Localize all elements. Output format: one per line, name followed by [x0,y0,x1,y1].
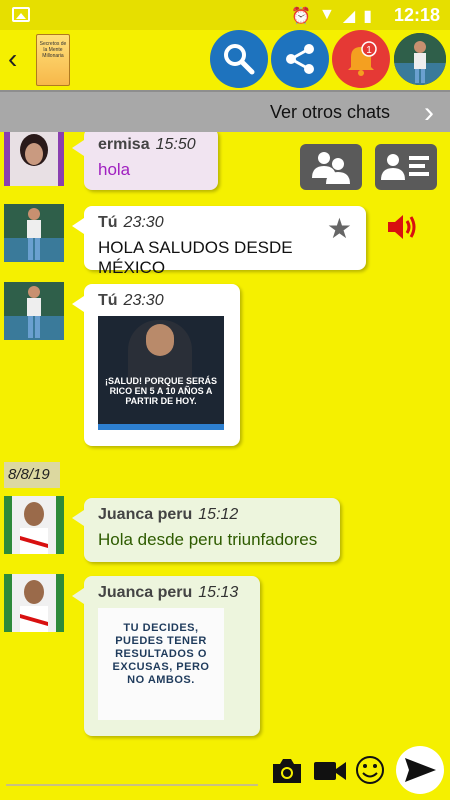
wifi-icon: ▼ [319,6,335,23]
contact-card-icon [381,154,429,180]
share-button[interactable] [271,30,329,88]
message-image[interactable]: ¡SALUD! PORQUE SERÁS RICO EN 5 A 10 AÑOS… [98,316,224,430]
message-time: 23:30 [123,292,164,309]
message-bubble[interactable]: Juanca peru 15:12 Hola desde peru triunfa… [72,498,340,562]
emoji-button[interactable] [354,754,386,791]
search-icon [224,44,255,75]
message-time: 15:13 [198,584,239,601]
other-chats-bar[interactable]: Ver otros chats › [0,90,450,132]
message-bubble[interactable]: Tú 23:30 HOLA SALUDOS DESDE MÉXICO ★ [72,206,366,277]
speaker-icon[interactable] [386,212,420,247]
avatar[interactable] [4,204,64,262]
share-icon [286,44,314,74]
message-list[interactable]: ermisa 15:50 hola Tú 23:30 HOLA SALUDOS … [0,132,450,742]
avatar[interactable] [4,574,64,632]
message-text: hola [98,160,131,179]
camera-icon [273,759,301,783]
alarm-icon: ⏰ [291,8,312,25]
sender-name: Juanca peru [98,506,193,523]
sender-name: Tú [98,214,118,231]
star-icon[interactable]: ★ [327,212,352,245]
profile-avatar[interactable] [394,33,446,85]
message-bubble[interactable]: Juanca peru 15:13 TU DECIDES, PUEDES TENE… [72,576,260,736]
message-time: 23:30 [123,214,164,231]
notifications-button[interactable]: 1 [332,30,390,88]
signal-icon: ◢ [342,8,356,25]
message-bubble[interactable]: Tú 23:30 ¡SALUD! PORQUE SERÁS RICO EN 5 A… [72,284,240,446]
image-caption: TU DECIDES, PUEDES TENER RESULTADOS O EX… [112,622,210,686]
avatar[interactable] [4,132,64,186]
user-avatar-image [4,574,64,632]
camera-button[interactable] [270,756,304,791]
notification-count: 1 [366,45,372,56]
group-chat-button[interactable] [300,144,362,190]
date-separator: 8/8/19 [4,462,60,488]
back-button[interactable]: ‹ [8,44,30,74]
contact-card-button[interactable] [375,144,437,190]
message-time: 15:50 [155,136,196,153]
chevron-right-icon: › [424,96,434,129]
send-icon [405,758,436,782]
sender-name: ermisa [98,136,150,153]
avatar[interactable] [4,282,64,340]
top-bar: ‹ Secretos de la Mente Millonaria 1 [0,30,450,90]
group-icon [312,152,350,184]
message-time: 15:12 [198,506,239,523]
avatar[interactable] [4,496,64,554]
bell-icon: 1 [348,41,377,76]
image-face-shape [146,324,174,356]
send-button[interactable] [396,746,444,794]
message-image[interactable]: TU DECIDES, PUEDES TENER RESULTADOS O EX… [98,608,224,720]
battery-icon: ▮ [363,8,372,25]
message-bubble[interactable]: ermisa 15:50 hola [72,132,218,190]
search-button[interactable] [210,30,268,88]
message-input[interactable] [6,784,258,786]
sender-name: Juanca peru [98,584,193,601]
user-avatar-image [4,282,64,340]
status-time: 12:18 [393,5,440,25]
user-avatar-image [4,132,64,186]
message-text: HOLA SALUDOS DESDE MÉXICO [98,238,293,277]
user-avatar-image [4,496,64,554]
user-avatar-image [4,204,64,262]
image-caption: ¡SALUD! PORQUE SERÁS RICO EN 5 A 10 AÑOS… [104,376,217,406]
other-chats-label: Ver otros chats [269,102,390,122]
video-button[interactable] [312,756,348,791]
status-bar: ⏰ ▼ ◢ ▮ 12:18 [0,0,450,30]
book-title: Secretos de la Mente Millonaria [39,41,67,59]
image-notification-icon [12,7,30,22]
video-camera-icon [314,762,346,780]
book-cover-thumbnail[interactable]: Secretos de la Mente Millonaria [36,34,70,86]
avatar-image [394,33,446,85]
sender-name: Tú [98,292,118,309]
message-text: Hola desde peru triunfadores [98,530,318,549]
status-icons: ⏰ ▼ ◢ ▮ [291,6,372,26]
smiley-icon [356,756,384,784]
message-input-bar [0,742,450,800]
